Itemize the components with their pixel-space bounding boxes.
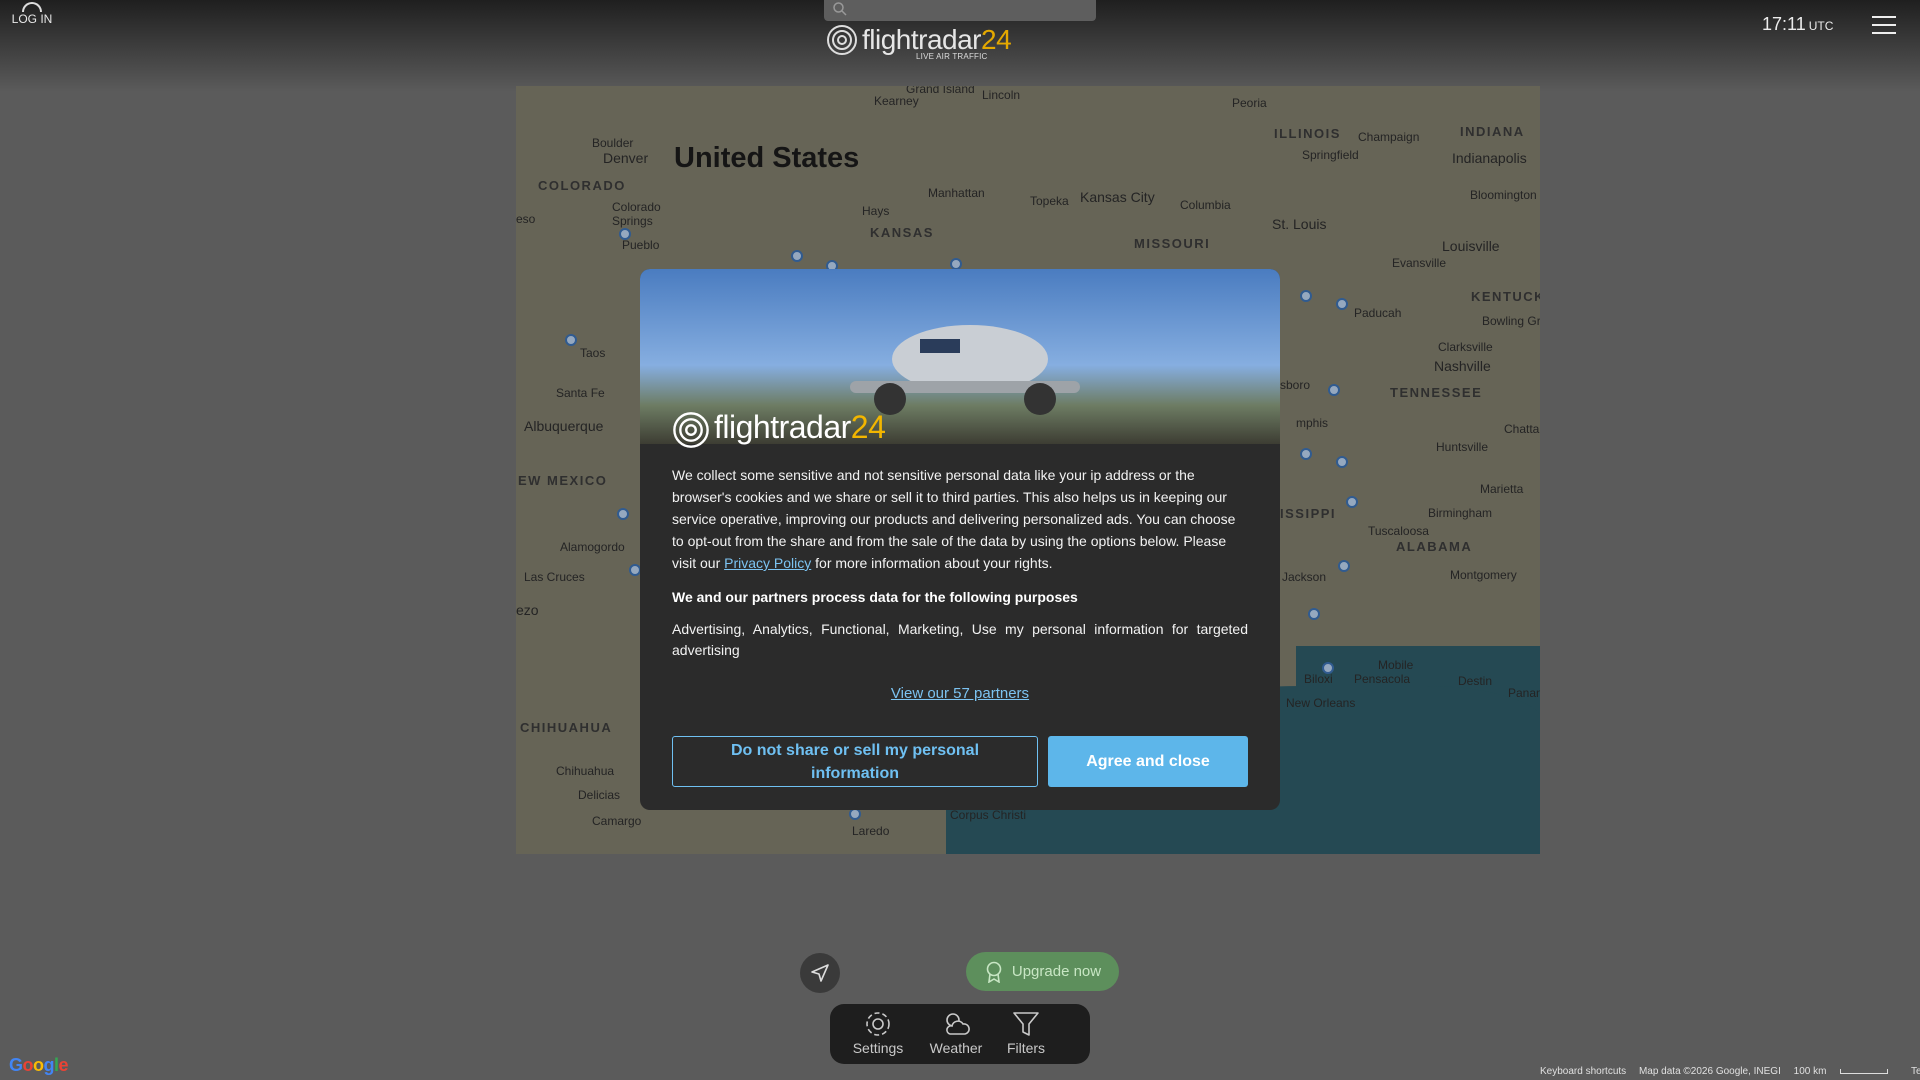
hamburger-menu-button[interactable]: [1872, 16, 1896, 36]
award-icon: [986, 961, 1002, 983]
location-arrow-icon: [811, 964, 829, 982]
search-icon: [833, 2, 847, 16]
modal-logo: flightradar24: [672, 409, 886, 454]
consent-modal: flightradar24 We collect some sensitive …: [640, 269, 1280, 810]
map-scale[interactable]: 100 km: [1794, 1066, 1899, 1077]
radar-icon: [673, 412, 709, 448]
terms-link[interactable]: Terms: [1911, 1066, 1920, 1077]
hero-image: flightradar24: [640, 269, 1280, 448]
user-icon: [22, 2, 42, 12]
weather-button[interactable]: Weather: [924, 1010, 988, 1056]
purposes-list: Advertising, Analytics, Functional, Mark…: [672, 621, 1248, 658]
do-not-share-button[interactable]: Do not share or sell my personal informa…: [672, 736, 1038, 787]
locate-me-button[interactable]: [800, 953, 840, 993]
logo-subtitle: LIVE AIR TRAFFIC: [916, 52, 988, 61]
view-partners-link[interactable]: View our 57 partners: [640, 685, 1280, 702]
radar-icon: [827, 25, 857, 55]
gear-icon: [866, 1012, 890, 1036]
consent-body-text: We collect some sensitive and not sensit…: [672, 467, 1236, 571]
weather-icon: [946, 1013, 970, 1035]
search-input[interactable]: [824, 0, 1096, 21]
login-button[interactable]: LOG IN: [10, 2, 54, 26]
upgrade-now-button[interactable]: Upgrade now: [966, 952, 1119, 991]
google-logo: Google: [9, 1055, 69, 1075]
settings-button[interactable]: Settings: [846, 1010, 910, 1056]
purposes-heading: We and our partners process data for the…: [672, 589, 1078, 605]
filter-icon: [1013, 1012, 1039, 1036]
agree-and-close-button[interactable]: Agree and close: [1048, 736, 1248, 787]
privacy-policy-link[interactable]: Privacy Policy: [724, 555, 811, 571]
map-footer: Keyboard shortcuts Map data ©2026 Google…: [1540, 1066, 1920, 1077]
upgrade-label: Upgrade now: [1011, 963, 1102, 980]
map-data-attribution: Map data ©2026 Google, INEGI: [1638, 1066, 1781, 1077]
clock: 17:11 UTC: [1762, 14, 1834, 34]
bottom-nav: Settings Weather Filters: [830, 1004, 1090, 1064]
filters-button[interactable]: Filters: [994, 1010, 1058, 1056]
keyboard-shortcuts-link[interactable]: Keyboard shortcuts: [1540, 1066, 1626, 1077]
login-label: LOG IN: [11, 12, 53, 26]
flightradar24-logo[interactable]: flightradar24 LIVE AIR TRAFFIC: [824, 22, 1012, 66]
